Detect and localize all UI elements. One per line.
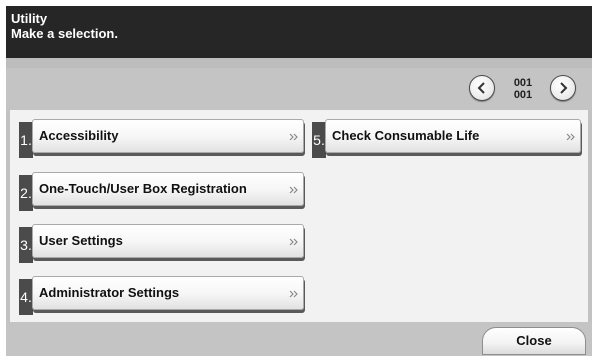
next-page-button[interactable]: [550, 75, 576, 101]
menu-item-label: Administrator Settings: [39, 285, 180, 300]
administrator-settings-button[interactable]: Administrator Settings: [32, 276, 304, 310]
menu-item-number: 3.: [19, 227, 33, 263]
menu-item-administrator-settings[interactable]: 4. Administrator Settings: [19, 276, 304, 315]
one-touch-user-box-registration-button[interactable]: One-Touch/User Box Registration: [32, 172, 304, 206]
menu-item-number: 1.: [19, 122, 33, 158]
footer-bar: Close: [6, 322, 592, 356]
double-chevron-right-icon: [289, 290, 298, 298]
menu-item-accessibility[interactable]: 1. Accessibility: [19, 119, 304, 158]
double-chevron-right-icon: [566, 133, 575, 141]
menu-item-number: 2.: [19, 175, 33, 211]
screen-title: Utility: [11, 11, 48, 26]
current-page-number: 001: [513, 77, 533, 89]
check-consumable-life-button[interactable]: Check Consumable Life: [325, 119, 581, 153]
menu-item-label: One-Touch/User Box Registration: [39, 181, 247, 196]
menu-item-user-settings[interactable]: 3. User Settings: [19, 224, 304, 263]
header-bar: Utility Make a selection.: [6, 6, 592, 58]
prev-page-button[interactable]: [469, 75, 495, 101]
user-settings-button[interactable]: User Settings: [32, 224, 304, 258]
double-chevron-right-icon: [289, 186, 298, 194]
accessibility-button[interactable]: Accessibility: [32, 119, 304, 153]
double-chevron-right-icon: [289, 238, 298, 246]
total-page-number: 001: [513, 89, 533, 101]
double-chevron-right-icon: [289, 133, 298, 141]
menu-item-check-consumable-life[interactable]: 5. Check Consumable Life: [312, 119, 581, 158]
page-counter: 001 001: [503, 77, 543, 101]
chevron-right-icon: [560, 82, 568, 94]
utility-screen: Utility Make a selection. 001 001 1. Acc…: [6, 6, 592, 356]
menu-item-label: Check Consumable Life: [332, 128, 480, 143]
menu-item-number: 4.: [19, 279, 33, 315]
screen-instruction: Make a selection.: [11, 26, 118, 41]
divider-band: [6, 58, 592, 68]
menu-item-one-touch-user-box-registration[interactable]: 2. One-Touch/User Box Registration: [19, 172, 304, 211]
menu-item-number: 5.: [312, 122, 326, 158]
pager-bar: 001 001: [6, 68, 592, 110]
menu-item-label: User Settings: [39, 233, 123, 248]
menu-panel: 1. Accessibility 2. One-Touch/User Box R…: [10, 110, 588, 322]
chevron-left-icon: [477, 82, 485, 94]
menu-item-label: Accessibility: [39, 128, 119, 143]
close-button[interactable]: Close: [482, 327, 586, 355]
